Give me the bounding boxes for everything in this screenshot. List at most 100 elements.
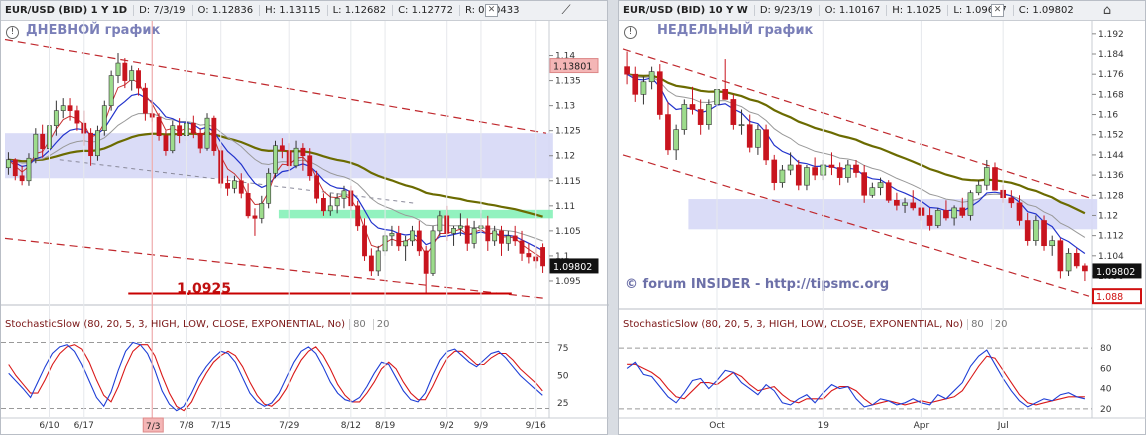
candle [225,182,230,189]
candle [1082,265,1088,272]
weekly-date: D: 9/23/19 [753,5,813,16]
channel-line-0 [4,38,547,134]
close-icon[interactable]: ✕ [485,4,498,17]
y-tick-label-1: 1.135 [555,77,581,87]
daily-open: O: 1.12836 [191,5,253,16]
y-tick-label-8: 1.128 [1098,191,1124,201]
y-tick-label-7: 1.105 [555,227,581,237]
candle [665,114,671,151]
candle [499,230,504,244]
candle [245,192,251,217]
candle [321,198,326,212]
y-tick-label-5: 1.115 [555,177,581,187]
stoch-d-line [8,344,543,412]
last-price-tag: 1.09802 [1096,267,1135,278]
candle [1065,252,1072,272]
candle [763,129,769,161]
candle [779,169,786,183]
x-tick-label-9: 9/9 [474,421,489,431]
y-tick-label-9: 1.12 [1098,211,1118,221]
candle [894,200,900,206]
candle [722,89,729,100]
candle [844,164,851,178]
candle [877,182,884,189]
y-tick-label-10: 1.112 [1098,232,1124,242]
candle [293,147,299,167]
candle [95,130,100,157]
candle [231,180,237,189]
candle [259,203,265,219]
candle [992,167,998,191]
daily-symbol[interactable]: EUR/USD (BID) 1 Y 1D [5,5,127,16]
candle [869,187,876,196]
candle [624,66,630,75]
candle [812,167,818,176]
candle [190,122,196,134]
candle [983,167,990,186]
candle [273,145,278,174]
candle [828,164,835,168]
y-tick-label-9: 1.095 [555,277,581,287]
candle [648,71,655,83]
channel-line-1 [4,237,547,300]
candle [197,132,203,149]
ema-long-line [626,73,1086,215]
candle [115,62,121,76]
candle [88,132,94,157]
candle [101,105,107,131]
weekly-open: O: 1.10167 [818,5,880,16]
candle [926,215,933,226]
y-tick-label-6: 1.144 [1098,151,1124,161]
candle [362,225,367,257]
candle [341,190,347,199]
drawing-tool-icon[interactable]: ⟋ [558,3,574,19]
candle [26,157,32,182]
candle [959,207,966,216]
x-tick-label-0: 6/10 [39,421,59,431]
candle [738,124,745,126]
x-tick-label-6: 8/12 [341,421,361,431]
y-tick-label-5: 1.152 [1098,131,1124,141]
weekly-header: EUR/USD (BID) 10 Y W D: 9/23/19 O: 1.101… [619,1,1145,21]
candle [375,250,381,272]
stoch-tick-label-2: 25 [557,399,568,409]
candle [689,104,696,110]
weekly-chart-panel: EUR/USD (BID) 10 Y W D: 9/23/19 O: 1.101… [618,0,1146,435]
candle [697,109,704,125]
y-tick-label-4: 1.16 [1098,111,1118,121]
candle [540,247,545,267]
candle [108,75,114,106]
stoch-tick-label-2: 40 [1100,385,1112,395]
daily-low: L: 1.12682 [326,5,386,16]
candle [266,172,272,204]
candle [423,250,429,274]
daily-price-chart[interactable]: 1.141.1351.131.1251.121.1151.111.1051.11… [1,21,609,435]
candle [795,164,802,186]
weekly-stoch-param-20: 20 [990,318,1011,330]
candle [836,167,843,178]
candle [492,230,498,242]
candle [396,233,402,247]
candle [471,228,477,244]
stoch-tick-label-1: 50 [557,372,569,382]
weekly-price-chart[interactable]: 1.192 1.184 1.176 1.168 1.16 1.152 1.144 1.136 1… [619,21,1146,435]
weekly-symbol[interactable]: EUR/USD (BID) 10 Y W [623,5,748,16]
target-price-tag: 1.088 [1096,292,1123,303]
candle [1008,197,1015,204]
candle [1073,252,1080,267]
candle [640,81,647,95]
close-icon[interactable]: ✕ [991,4,1004,17]
candle [53,110,59,126]
candle [307,155,313,177]
x-tick-label-10: 9/16 [526,421,546,431]
stoch-k-line [626,349,1086,408]
daily-stoch-param-80: 80 [349,318,369,330]
x-tick-label-3: 7/8 [179,421,194,431]
weekly-stoch-title: StochasticSlow (80, 20, 5, 3, HIGH, LOW,… [623,318,964,330]
cursor-date-label: 7/3 [146,422,160,432]
lock-icon[interactable]: ⌂ [1099,3,1115,19]
weekly-stoch-header: StochasticSlow (80, 20, 5, 3, HIGH, LOW,… [619,315,1145,333]
candle [706,104,712,125]
candle [156,116,162,136]
candle [355,205,361,227]
